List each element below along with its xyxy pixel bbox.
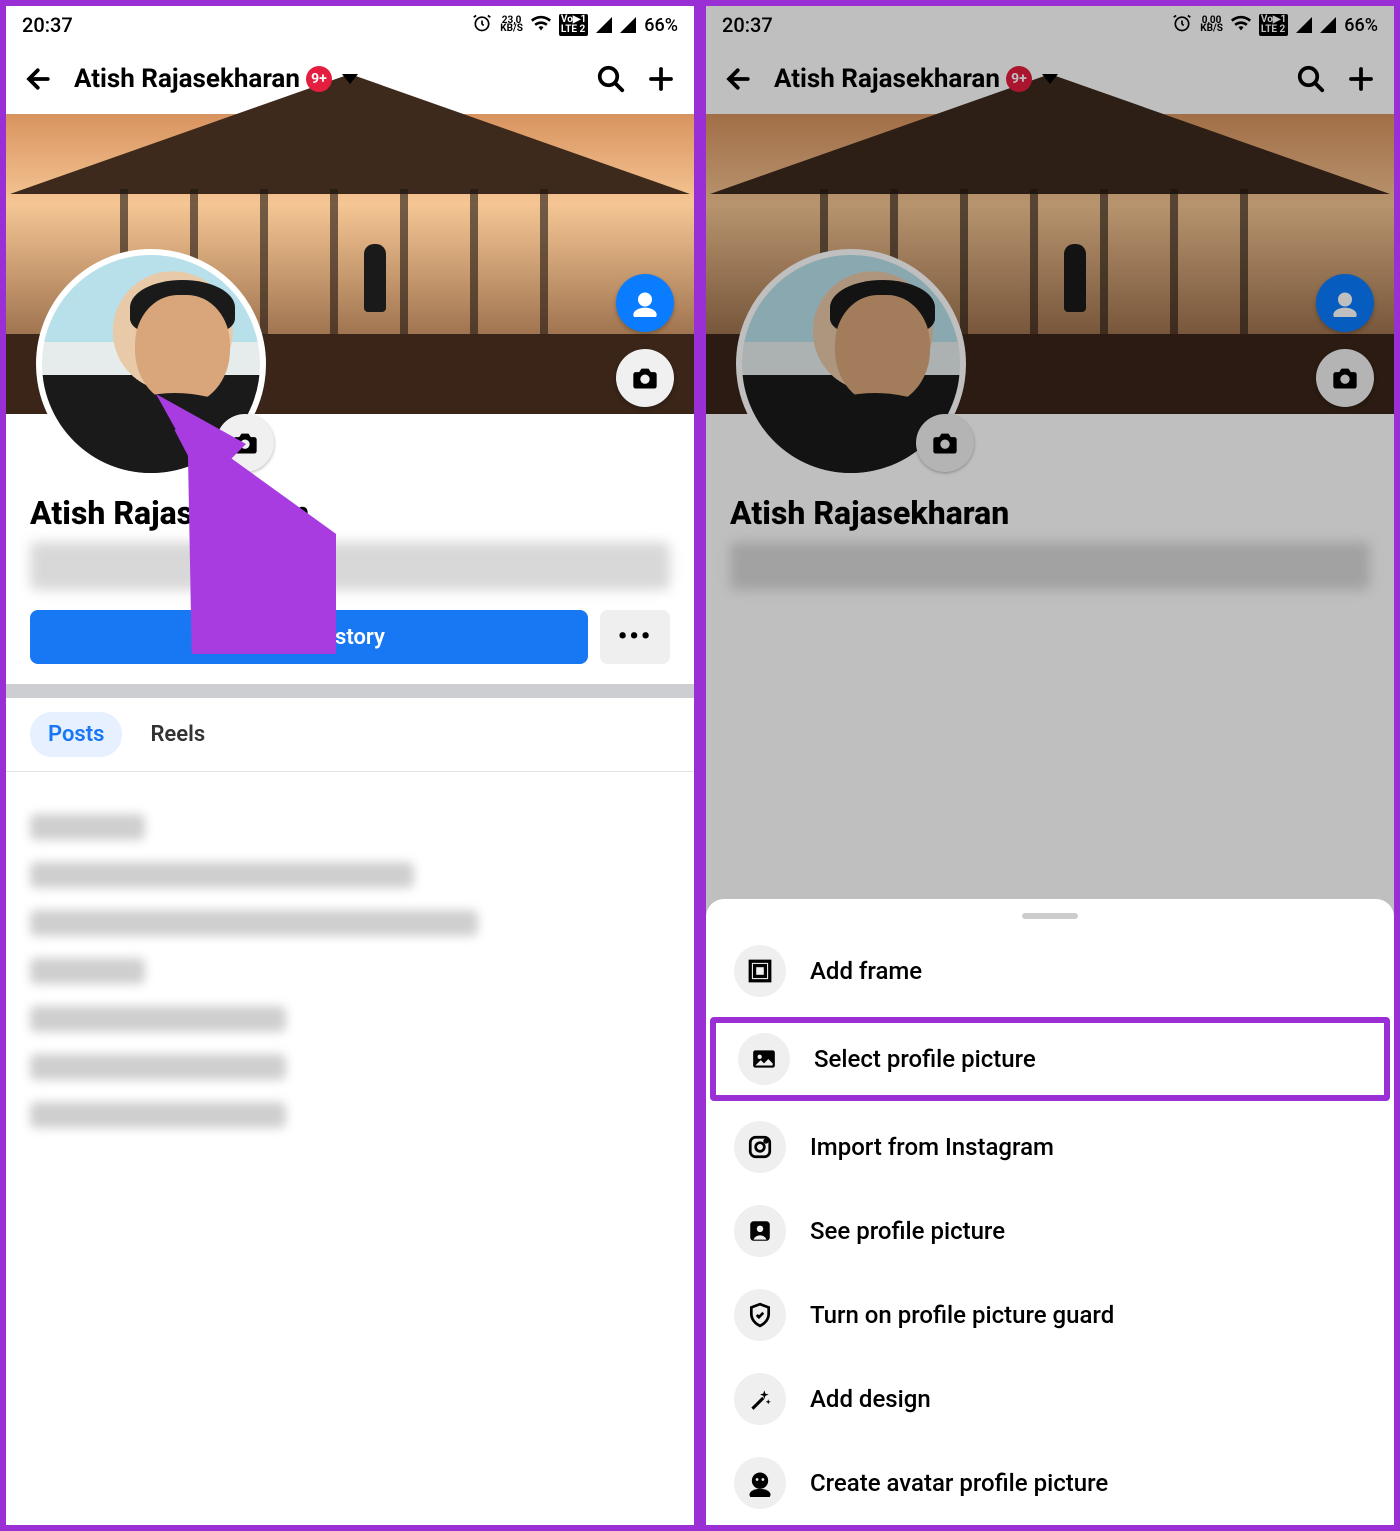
redacted-line [30,958,145,984]
sheet-item-label: Add frame [810,957,922,985]
lte-badge: Vo▶1LTE 2 [1259,14,1288,36]
profile-header: Atish Rajasekharan 9+ [706,44,1394,114]
header-title: Atish Rajasekharan [74,64,300,94]
redacted-line [30,814,145,840]
screenshot-left: 20:37 23,0KB/S Vo▶1LTE 2 66% Atish Rajas… [0,0,700,1531]
alarm-icon [472,13,492,37]
back-button[interactable] [24,64,54,94]
signal-icon-2 [620,17,636,33]
avatar-creator-button[interactable] [1316,274,1374,332]
profile-actions: Add to story ••• [6,610,694,684]
sheet-select-profile-picture[interactable]: Select profile picture [710,1017,1390,1101]
screenshot-right: 20:37 0,00KB/S Vo▶1LTE 2 66% Atish Rajas… [700,0,1400,1531]
more-label: ••• [618,622,652,652]
sheet-import-instagram[interactable]: Import from Instagram [706,1105,1394,1189]
sheet-item-label: Add design [810,1385,931,1413]
back-button[interactable] [724,64,754,94]
search-button[interactable] [596,64,626,94]
redacted-line [30,1054,286,1080]
search-button[interactable] [1296,64,1326,94]
notification-badge: 9+ [306,66,332,92]
magic-wand-icon [734,1373,786,1425]
sheet-handle[interactable] [1022,913,1078,919]
lte-badge: Vo▶1LTE 2 [559,14,588,36]
person-square-icon [734,1205,786,1257]
sheet-item-label: Select profile picture [814,1045,1036,1073]
profile-header: Atish Rajasekharan 9+ [6,44,694,114]
sheet-item-label: Create avatar profile picture [810,1469,1108,1497]
create-button[interactable] [646,64,676,94]
battery-level: 66% [1344,15,1378,36]
status-time: 20:37 [722,13,773,37]
profile-body: Atish Rajasekharan Add to story ••• Post… [6,414,694,1170]
wifi-icon [531,15,551,35]
image-icon [738,1033,790,1085]
profile-bio-redacted [730,542,1370,590]
data-speed: 0,00KB/S [1200,17,1223,33]
edit-profile-picture-button[interactable] [216,414,274,472]
sheet-add-design[interactable]: Add design [706,1357,1394,1441]
edit-profile-picture-button[interactable] [916,414,974,472]
sheet-item-label: Import from Instagram [810,1133,1054,1161]
sheet-item-label: See profile picture [810,1217,1005,1245]
instagram-icon [734,1121,786,1173]
status-bar: 20:37 0,00KB/S Vo▶1LTE 2 66% [706,6,1394,44]
edit-cover-button[interactable] [1316,349,1374,407]
status-time: 20:37 [22,13,73,37]
more-options-button[interactable]: ••• [600,610,670,664]
status-bar: 20:37 23,0KB/S Vo▶1LTE 2 66% [6,6,694,44]
profile-name: Atish Rajasekharan [706,484,1394,538]
redacted-line [30,910,478,936]
wifi-icon [1231,15,1251,35]
tab-reels[interactable]: Reels [132,712,223,757]
profile-switcher[interactable]: Atish Rajasekharan 9+ [774,64,1276,94]
profile-tabs: Posts Reels [6,698,694,772]
data-speed: 23,0KB/S [500,17,523,33]
profile-bio-redacted [30,542,670,590]
section-separator [6,684,694,698]
status-right: 0,00KB/S Vo▶1LTE 2 66% [1172,13,1378,37]
redacted-line [30,862,414,888]
profile-name: Atish Rajasekharan [6,484,694,538]
sheet-create-avatar[interactable]: Create avatar profile picture [706,1441,1394,1525]
battery-level: 66% [644,15,678,36]
sheet-item-label: Turn on profile picture guard [810,1301,1114,1329]
status-right: 23,0KB/S Vo▶1LTE 2 66% [472,13,678,37]
details-section-redacted [6,772,694,1170]
sheet-see-profile-picture[interactable]: See profile picture [706,1189,1394,1273]
edit-cover-button[interactable] [616,349,674,407]
notification-badge: 9+ [1006,66,1032,92]
profile-switcher[interactable]: Atish Rajasekharan 9+ [74,64,576,94]
redacted-line [30,1102,286,1128]
profile-picture-sheet: Add frame Select profile picture Import … [706,899,1394,1525]
chevron-down-icon [342,74,358,84]
signal-icon-1 [596,17,612,33]
header-title: Atish Rajasekharan [774,64,1000,94]
shield-icon [734,1289,786,1341]
create-button[interactable] [1346,64,1376,94]
frame-icon [734,945,786,997]
signal-icon-2 [1320,17,1336,33]
add-to-story-label: Add to story [265,625,385,650]
profile-body: Atish Rajasekharan [706,414,1394,590]
avatar-creator-button[interactable] [616,274,674,332]
tab-posts[interactable]: Posts [30,712,122,757]
sheet-add-frame[interactable]: Add frame [706,929,1394,1013]
chevron-down-icon [1042,74,1058,84]
add-to-story-button[interactable]: Add to story [30,610,588,664]
avatar-head-icon [734,1457,786,1509]
signal-icon-1 [1296,17,1312,33]
alarm-icon [1172,13,1192,37]
sheet-profile-guard[interactable]: Turn on profile picture guard [706,1273,1394,1357]
redacted-line [30,1006,286,1032]
